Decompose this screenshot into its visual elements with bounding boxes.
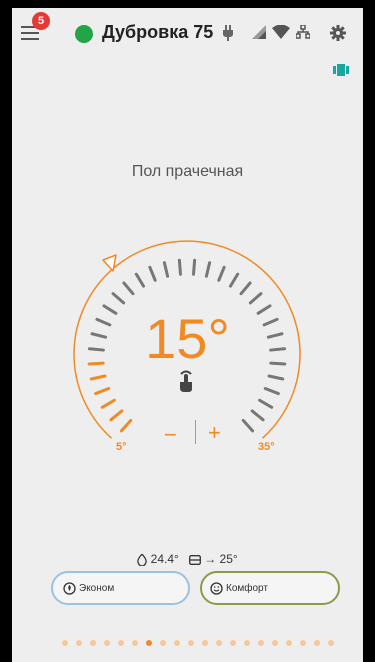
page-dot[interactable] <box>76 640 82 646</box>
page-dot[interactable] <box>104 640 110 646</box>
dial-tick <box>100 398 116 409</box>
min-temperature-label: 5° <box>116 441 127 453</box>
dial-tick <box>162 261 170 278</box>
dial-tick <box>89 374 107 381</box>
target-temperature: → 25° <box>204 552 238 566</box>
page-dot[interactable] <box>258 640 264 646</box>
page-dot[interactable] <box>188 640 194 646</box>
page-dot[interactable] <box>244 640 250 646</box>
dial-tick <box>248 292 263 305</box>
increase-temperature-button[interactable]: + <box>208 420 221 446</box>
current-temperature: 15° <box>145 307 230 370</box>
dial-tick <box>267 374 285 381</box>
max-temperature-label: 35° <box>258 441 275 453</box>
manual-mode-icon[interactable] <box>175 368 197 392</box>
page-dot[interactable] <box>132 640 138 646</box>
page-dot[interactable] <box>272 640 278 646</box>
dial-tick <box>239 281 252 296</box>
setpoint-handle <box>102 254 117 272</box>
smile-icon <box>210 581 223 595</box>
page-dot[interactable] <box>146 640 152 646</box>
dial-tick <box>148 265 157 282</box>
page-dot[interactable] <box>216 640 222 646</box>
drop-icon <box>137 552 148 567</box>
page-dot[interactable] <box>160 640 166 646</box>
dial-tick <box>119 418 133 433</box>
dial-tick <box>122 281 135 296</box>
dial-tick <box>228 272 240 288</box>
dial-tick <box>263 386 280 396</box>
dial-tick <box>192 258 197 276</box>
page-dot[interactable] <box>118 640 124 646</box>
econ-mode-button[interactable]: Эконом <box>51 571 190 605</box>
econ-icon <box>63 581 76 595</box>
floor-temperature: 24.4° <box>150 552 179 566</box>
temperature-dial[interactable] <box>12 8 363 478</box>
app-screen: 5 Дубровка 75 Пол прачечная 15° − + 5° 3… <box>12 8 363 662</box>
comfort-mode-label: Комфорт <box>226 582 268 594</box>
dial-tick <box>94 386 111 396</box>
page-dot[interactable] <box>286 640 292 646</box>
page-dot[interactable] <box>314 640 320 646</box>
dial-tick <box>250 409 265 422</box>
page-indicator[interactable] <box>62 640 342 646</box>
econ-mode-label: Эконом <box>79 582 115 594</box>
page-dot[interactable] <box>62 640 68 646</box>
dial-tick <box>134 272 146 288</box>
page-dot[interactable] <box>174 640 180 646</box>
dial-tick <box>204 261 212 278</box>
page-dot[interactable] <box>328 640 334 646</box>
dial-tick <box>109 409 124 422</box>
stepper-divider <box>195 420 196 444</box>
info-line: 24.4° → 25° <box>12 552 363 567</box>
dial-tick <box>241 418 255 433</box>
heater-icon <box>188 554 201 565</box>
decrease-temperature-button[interactable]: − <box>164 422 177 448</box>
comfort-mode-button[interactable]: Комфорт <box>200 571 340 605</box>
dial-tick <box>177 258 182 276</box>
dial-tick <box>258 398 274 409</box>
dial-tick <box>111 292 126 305</box>
page-dot[interactable] <box>90 640 96 646</box>
page-dot[interactable] <box>202 640 208 646</box>
page-dot[interactable] <box>300 640 306 646</box>
page-dot[interactable] <box>230 640 236 646</box>
dial-tick <box>217 265 226 282</box>
